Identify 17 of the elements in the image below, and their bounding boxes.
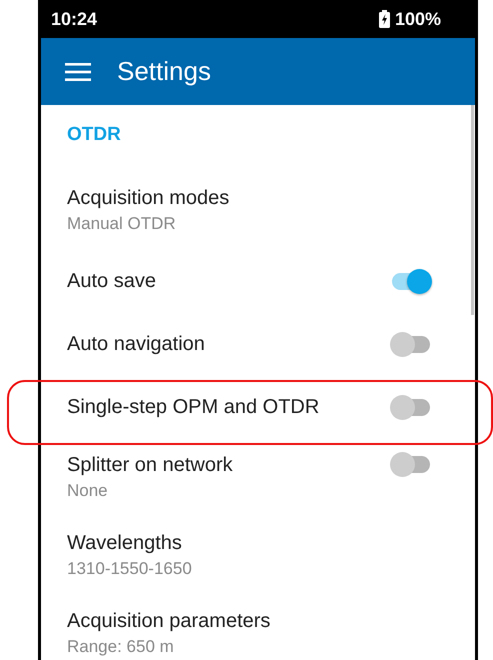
menu-icon[interactable] (65, 62, 91, 80)
setting-title[interactable]: Wavelengths (67, 530, 182, 556)
setting-value: Manual OTDR (67, 213, 177, 235)
battery-icon (378, 10, 390, 28)
setting-value: Range: 650 m (67, 636, 175, 658)
setting-value: None (67, 480, 109, 502)
setting-title[interactable]: Single-step OPM and OTDR (67, 394, 320, 420)
setting-title[interactable]: Splitter on network (67, 452, 233, 478)
setting-title[interactable]: Acquisition parameters (67, 608, 270, 634)
setting-value: 1310-1550-1650 (67, 558, 193, 580)
setting-title[interactable]: Acquisition modes (67, 185, 230, 211)
app-bar-title: Settings (117, 56, 211, 87)
status-time: 10:24 (51, 8, 98, 30)
setting-title[interactable]: Auto save (67, 268, 156, 294)
battery-percentage: 100% (394, 8, 441, 30)
section-header: OTDR (66, 123, 122, 147)
setting-title[interactable]: Auto navigation (67, 331, 205, 357)
